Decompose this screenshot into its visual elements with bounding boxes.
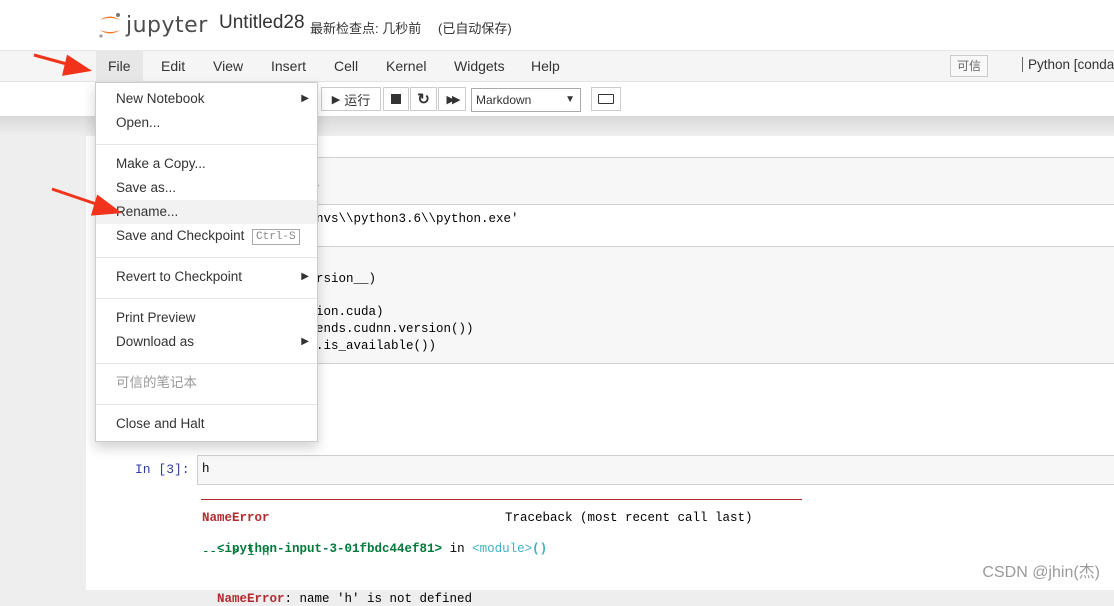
annotation-overlay (33, 53, 123, 216)
error-message-text: : name 'h' is not defined (284, 592, 473, 606)
error-message-name: NameError (217, 592, 285, 606)
annotation-arrow-file (33, 53, 93, 76)
annotation-arrow-rename (51, 187, 123, 216)
